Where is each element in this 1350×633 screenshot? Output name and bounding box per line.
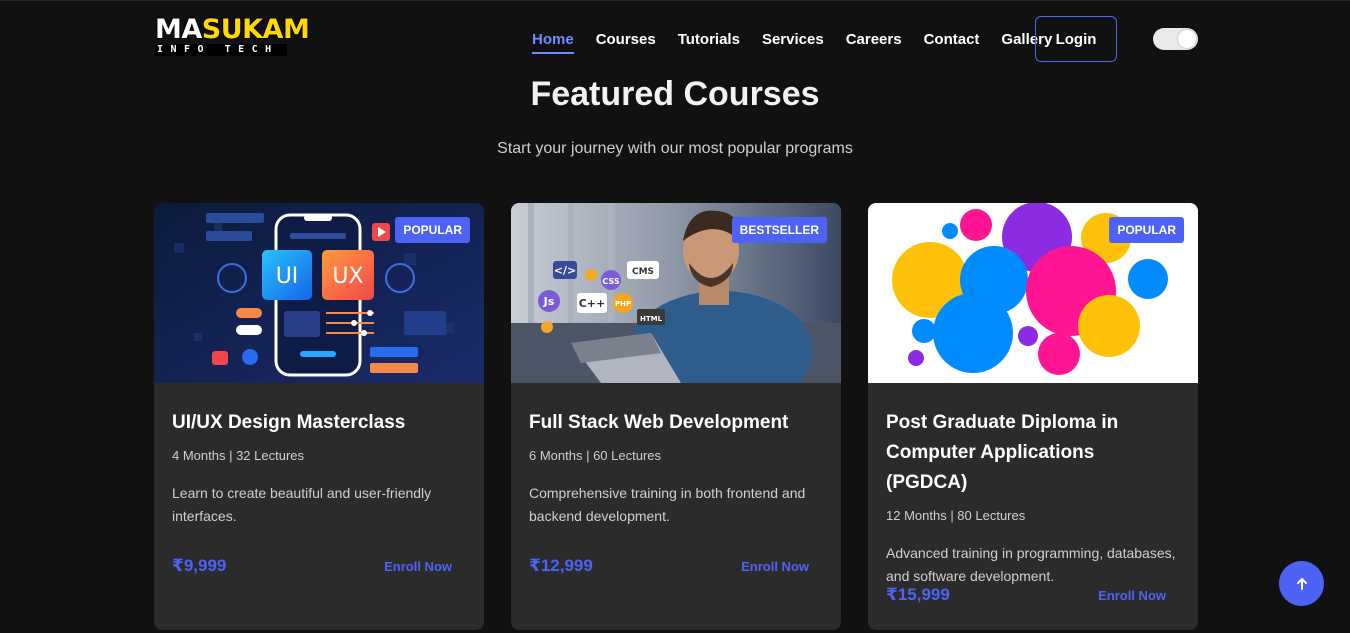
section-title: Featured Courses [530,75,820,113]
section-subtitle: Start your journey with our most popular… [497,140,853,157]
course-description: Comprehensive training in both frontend … [529,485,806,524]
nav-item-courses[interactable]: Courses [596,31,656,54]
course-meta: 4 Months | 32 Lectures [172,448,305,463]
nav-item-careers[interactable]: Careers [846,31,902,54]
logo-tagline: INFO TECH [155,44,287,56]
course-price: ₹15,999 [886,585,950,604]
toggle-knob [1178,30,1196,48]
card-body: Full Stack Web Development 6 Months | 60… [529,408,823,528]
course-badge: BESTSELLER [731,217,827,243]
course-image-uiux: UI UX POPULAR [154,203,484,383]
enroll-now-link[interactable]: Enroll Now [384,559,452,574]
ux-label: UX [332,264,363,289]
course-card-fullstack: </> CMS CSS Js C++ PHP HTML BESTSELLER F… [511,203,841,630]
icon-html: HTML [640,315,663,323]
site-header: MASUKAM INFO TECH Home Courses Tutorials… [0,0,1350,80]
course-title[interactable]: UI/UX Design Masterclass [172,408,466,438]
nav-item-services[interactable]: Services [762,31,824,54]
icon-cpp: C++ [579,297,606,310]
course-card-uiux: UI UX POPULAR UI/UX Design Masterclass 4… [154,203,484,630]
enroll-now-link[interactable]: Enroll Now [1098,588,1166,603]
course-image-fullstack: </> CMS CSS Js C++ PHP HTML BESTSELLER [511,203,841,383]
icon-js: Js [543,295,555,308]
logo-wordmark: MASUKAM [154,14,310,46]
card-body: Post Graduate Diploma in Computer Applic… [886,408,1180,588]
course-price: ₹9,999 [172,556,227,575]
icon-code: </> [554,264,576,277]
card-footer: ₹12,999 Enroll Now [529,556,809,576]
course-title[interactable]: Post Graduate Diploma in Computer Applic… [886,408,1180,498]
card-footer: ₹15,999 Enroll Now [886,585,1166,605]
theme-toggle[interactable] [1153,28,1198,50]
course-meta: 6 Months | 60 Lectures [529,448,662,463]
nav-item-home[interactable]: Home [532,31,574,54]
course-price: ₹12,999 [529,556,593,575]
course-description: Advanced training in programming, databa… [886,545,1176,584]
main-nav: Home Courses Tutorials Services Careers … [532,31,1074,54]
login-button[interactable]: Login [1035,16,1117,62]
enroll-now-link[interactable]: Enroll Now [741,559,809,574]
course-image-pgdca: POPULAR [868,203,1198,383]
course-badge: POPULAR [1109,217,1184,243]
course-description: Learn to create beautiful and user-frien… [172,485,432,524]
course-badge: POPULAR [395,217,470,243]
nav-item-tutorials[interactable]: Tutorials [678,31,740,54]
course-meta: 12 Months | 80 Lectures [886,508,1026,523]
icon-php: PHP [615,300,631,308]
brand-logo[interactable]: MASUKAM INFO TECH [154,14,311,59]
ui-label: UI [276,264,299,289]
card-body: UI/UX Design Masterclass 4 Months | 32 L… [172,408,466,528]
card-footer: ₹9,999 Enroll Now [172,556,452,576]
icon-cms: CMS [632,267,654,277]
scroll-to-top-button[interactable] [1279,561,1324,606]
course-card-pgdca: POPULAR Post Graduate Diploma in Compute… [868,203,1198,630]
nav-item-contact[interactable]: Contact [924,31,980,54]
course-title[interactable]: Full Stack Web Development [529,408,823,438]
icon-css: CSS [602,277,619,286]
arrow-up-icon [1296,577,1307,590]
